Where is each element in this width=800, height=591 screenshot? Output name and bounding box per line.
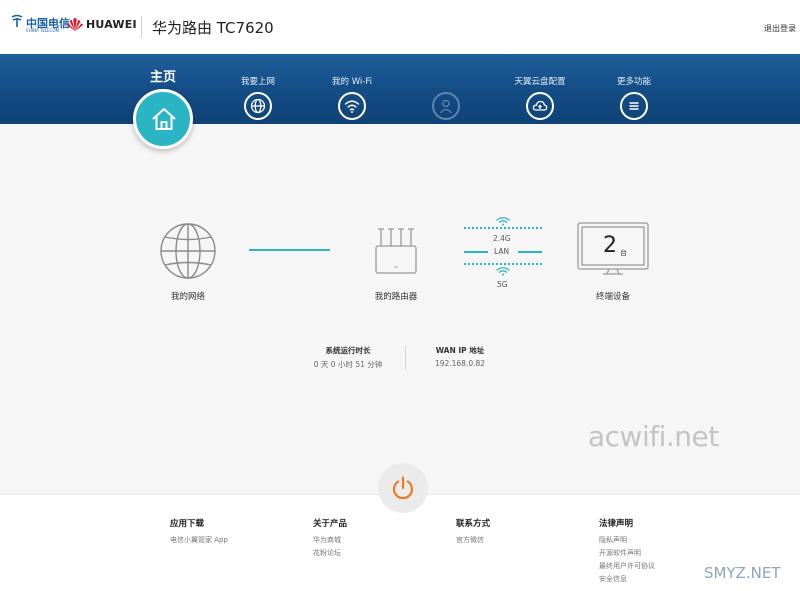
header-divider xyxy=(141,16,142,38)
footer-link-security[interactable]: 安全信息 xyxy=(599,573,655,586)
nav-item-wifi[interactable]: 我的 Wi-Fi xyxy=(312,54,392,124)
nav-label-cloud: 天翼云盘配置 xyxy=(514,77,566,87)
footer-link-eula[interactable]: 最终用户许可协议 xyxy=(599,560,655,573)
footer-col-contact: 联系方式 官方微信 xyxy=(456,517,490,547)
connection-bands: 2.4G LAN 5G xyxy=(462,216,544,292)
internet-label: 我的网络 xyxy=(170,292,205,302)
nav-label-internet: 我要上网 xyxy=(240,77,275,87)
nav-item-internet[interactable]: 我要上网 xyxy=(218,54,298,124)
globe-icon xyxy=(244,92,272,120)
wifi-24g-line xyxy=(464,227,542,229)
footer-link-app[interactable]: 电信小翼管家 App xyxy=(170,534,228,547)
user-icon xyxy=(432,92,460,120)
devices-label: 终端设备 xyxy=(595,292,630,302)
main-nav: 我要上网 我的 Wi-Fi 天翼云盘配置 更多功能 xyxy=(0,54,800,124)
footer-link-privacy[interactable]: 隐私声明 xyxy=(599,534,655,547)
wifi-icon xyxy=(338,92,366,120)
home-icon xyxy=(152,108,176,130)
wan-ip-title: WAN IP 地址 xyxy=(435,346,485,355)
internet-globe-icon[interactable] xyxy=(159,222,217,280)
nav-label-home: 主页 xyxy=(149,70,176,85)
wifi-24g-icon xyxy=(496,217,510,226)
router-label: 我的路由器 xyxy=(374,292,418,302)
router-icon[interactable] xyxy=(372,226,420,276)
band-lan-label: LAN xyxy=(494,247,510,256)
huawei-brand: HUAWEI xyxy=(86,18,137,31)
wifi-5g-icon xyxy=(496,267,510,276)
nav-item-cloud[interactable]: 天翼云盘配置 xyxy=(500,54,580,124)
footer-heading: 法律声明 xyxy=(599,519,634,529)
footer-link-store[interactable]: 华为商城 xyxy=(313,534,347,547)
power-icon xyxy=(392,476,414,500)
footer-heading: 应用下载 xyxy=(170,519,205,529)
menu-icon xyxy=(620,92,648,120)
footer-link-forum[interactable]: 花粉论坛 xyxy=(313,547,347,560)
nav-item-user[interactable] xyxy=(406,54,486,124)
device-count: 2 xyxy=(603,233,617,258)
footer-link-wechat[interactable]: 官方微信 xyxy=(456,534,490,547)
lan-line-left xyxy=(464,251,488,253)
uptime-title: 系统运行时长 xyxy=(325,346,371,355)
wan-ip-value: 192.168.0.82 xyxy=(434,359,486,368)
footer-link-opensource[interactable]: 开源软件声明 xyxy=(599,547,655,560)
device-count-unit: 台 xyxy=(620,249,627,257)
power-button[interactable] xyxy=(378,463,428,513)
band-5g-label: 5G xyxy=(497,280,508,289)
footer-col-product: 关于产品 华为商城 花粉论坛 xyxy=(313,517,347,560)
wan-link-line xyxy=(249,249,330,251)
lan-line-right xyxy=(518,251,542,253)
acwifi-watermark: acwifi.net xyxy=(588,420,719,453)
logout-link[interactable]: 退出登录 xyxy=(764,23,796,34)
nav-home-button[interactable] xyxy=(133,89,193,149)
page-title: 华为路由 TC7620 xyxy=(152,19,274,37)
stats-divider xyxy=(405,346,406,370)
telecom-emblem-icon xyxy=(11,14,23,27)
wifi-5g-line xyxy=(464,263,542,265)
footer-col-download: 应用下载 电信小翼管家 App xyxy=(170,517,228,547)
nav-label-wifi: 我的 Wi-Fi xyxy=(332,77,372,87)
china-telecom-logo: 中国电信 CHINA TELECOM xyxy=(10,14,70,38)
top-header: 中国电信 CHINA TELECOM HUAWEI 华为路由 TC7620 退出… xyxy=(0,0,800,54)
footer-col-legal: 法律声明 隐私声明 开源软件声明 最终用户许可协议 安全信息 xyxy=(599,517,655,586)
band-24g-label: 2.4G xyxy=(493,234,511,243)
footer-heading: 联系方式 xyxy=(456,519,491,529)
smyz-watermark: SMYZ.NET xyxy=(704,564,781,582)
telecom-subname: CHINA TELECOM xyxy=(26,28,60,33)
footer-heading: 关于产品 xyxy=(313,519,348,529)
huawei-flower-icon xyxy=(67,17,83,32)
uptime-value: 0 天 0 小时 51 分钟 xyxy=(313,360,383,369)
nav-item-more[interactable]: 更多功能 xyxy=(594,54,674,124)
cloud-icon xyxy=(526,92,554,120)
nav-label-more: 更多功能 xyxy=(616,77,651,87)
